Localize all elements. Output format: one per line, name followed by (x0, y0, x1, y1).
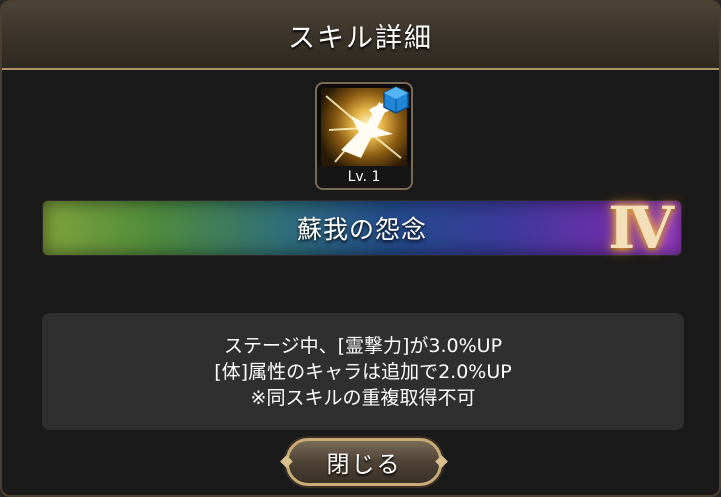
skill-name: 蘇我の怨念 (296, 215, 427, 244)
blue-cube-element-icon (383, 86, 409, 114)
skill-level-label: Lv. 1 (317, 166, 411, 188)
description-line: ※同スキルの重複取得不可 (250, 386, 476, 409)
dialog-title: スキル詳細 (288, 22, 433, 54)
close-button-label: 閉じる (326, 452, 402, 478)
dialog-header: スキル詳細 (2, 2, 719, 70)
description-line: [体]属性のキャラは追加で2.0%UP (214, 360, 512, 383)
diamond-ornament-icon (280, 455, 293, 468)
skill-description-box: ステージ中、[霊撃力]が3.0%UP [体]属性のキャラは追加で2.0%UP ※… (42, 313, 684, 430)
skill-name-bar: 蘇我の怨念 (42, 200, 682, 256)
skill-detail-dialog: スキル詳細 Lv. 1 蘇我の怨念 Ⅳ ステージ中、[霊撃力]が3.0%UP [… (0, 0, 721, 497)
skill-icon-frame: Lv. 1 (315, 82, 413, 190)
close-button[interactable]: 閉じる (280, 438, 448, 486)
rank-badge: Ⅳ (608, 194, 674, 262)
diamond-ornament-icon (435, 455, 448, 468)
description-line: ステージ中、[霊撃力]が3.0%UP (223, 334, 503, 357)
